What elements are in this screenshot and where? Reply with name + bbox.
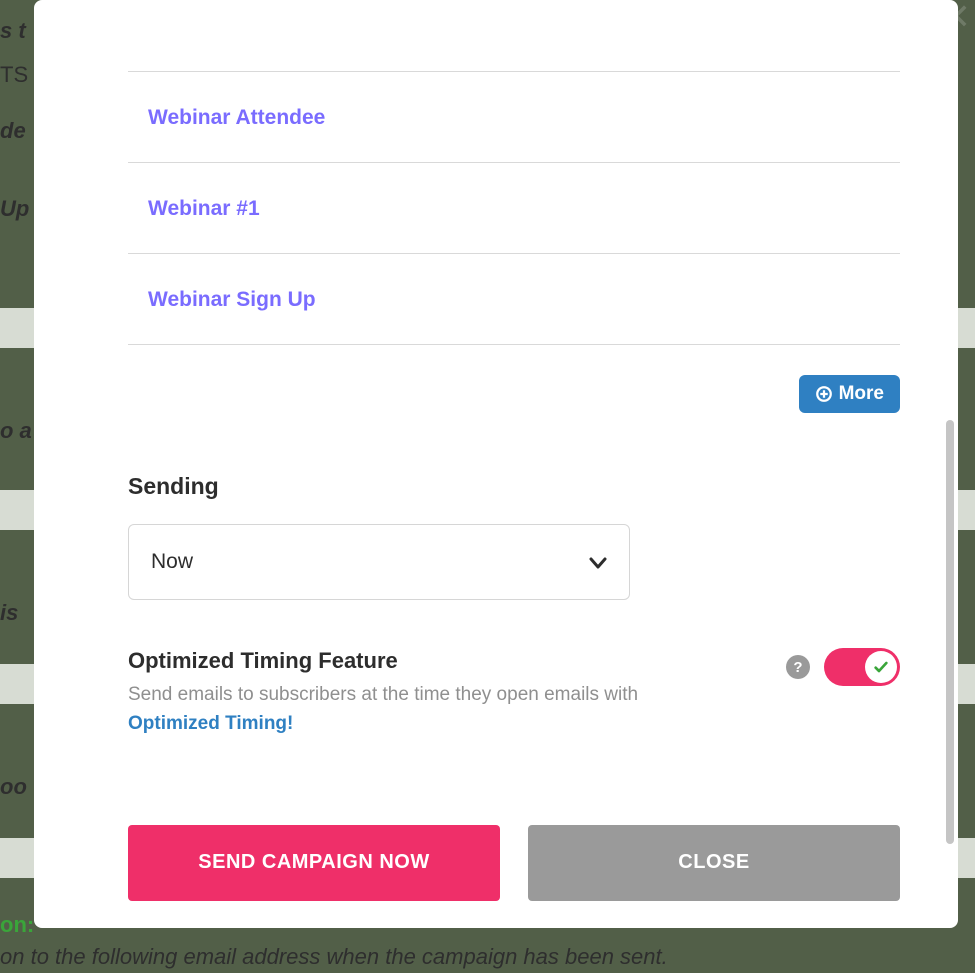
bg-text-fragment: is (0, 600, 18, 626)
sending-time-value: Now (151, 550, 193, 574)
more-button-label: More (839, 383, 884, 405)
modal-actions: SEND CAMPAIGN NOW CLOSE (128, 825, 900, 901)
modal-body: Webinar Attendee Webinar #1 Webinar Sign… (128, 0, 900, 928)
list-row (128, 0, 900, 72)
close-button[interactable]: CLOSE (528, 825, 900, 901)
chevron-down-icon (589, 549, 607, 575)
more-row: More (128, 345, 900, 473)
optimized-timing-title: Optimized Timing Feature (128, 648, 648, 674)
campaign-send-modal: Webinar Attendee Webinar #1 Webinar Sign… (34, 0, 958, 928)
bg-text-fragment: on to the following email address when t… (0, 944, 668, 970)
bg-text-fragment: o a (0, 418, 32, 444)
send-campaign-now-button[interactable]: SEND CAMPAIGN NOW (128, 825, 500, 901)
more-button[interactable]: More (799, 375, 900, 413)
plus-circle-icon (815, 385, 833, 403)
bg-text-fragment: Up (0, 196, 29, 222)
optimized-timing-desc-text: Send emails to subscribers at the time t… (128, 684, 638, 705)
optimized-timing-controls: ? (786, 648, 900, 686)
help-icon[interactable]: ? (786, 655, 810, 679)
optimized-timing-row: Optimized Timing Feature Send emails to … (128, 648, 900, 739)
bg-text-fragment: on: (0, 912, 34, 938)
list-row[interactable]: Webinar Attendee (128, 72, 900, 163)
optimized-timing-link[interactable]: Optimized Timing! (128, 713, 293, 734)
modal-backdrop: s t TS de Up o a is oo on: on to the fol… (0, 0, 975, 973)
list-link-webinar-attendee[interactable]: Webinar Attendee (148, 106, 325, 129)
list-row[interactable]: Webinar #1 (128, 163, 900, 254)
optimized-timing-desc: Send emails to subscribers at the time t… (128, 680, 648, 739)
sending-title: Sending (128, 473, 900, 524)
list-link-webinar-1[interactable]: Webinar #1 (148, 197, 260, 220)
toggle-knob (865, 651, 897, 683)
bg-text-fragment: TS (0, 62, 28, 88)
list-row[interactable]: Webinar Sign Up (128, 254, 900, 345)
optimized-timing-text: Optimized Timing Feature Send emails to … (128, 648, 648, 739)
bg-text-fragment: s t (0, 18, 26, 44)
optimized-timing-toggle[interactable] (824, 648, 900, 686)
list-link-webinar-sign-up[interactable]: Webinar Sign Up (148, 288, 316, 311)
bg-text-fragment: de (0, 118, 26, 144)
bg-text-fragment: oo (0, 774, 27, 800)
sending-time-select[interactable]: Now (128, 524, 630, 600)
scrollbar[interactable] (946, 420, 954, 844)
check-icon (873, 659, 889, 675)
